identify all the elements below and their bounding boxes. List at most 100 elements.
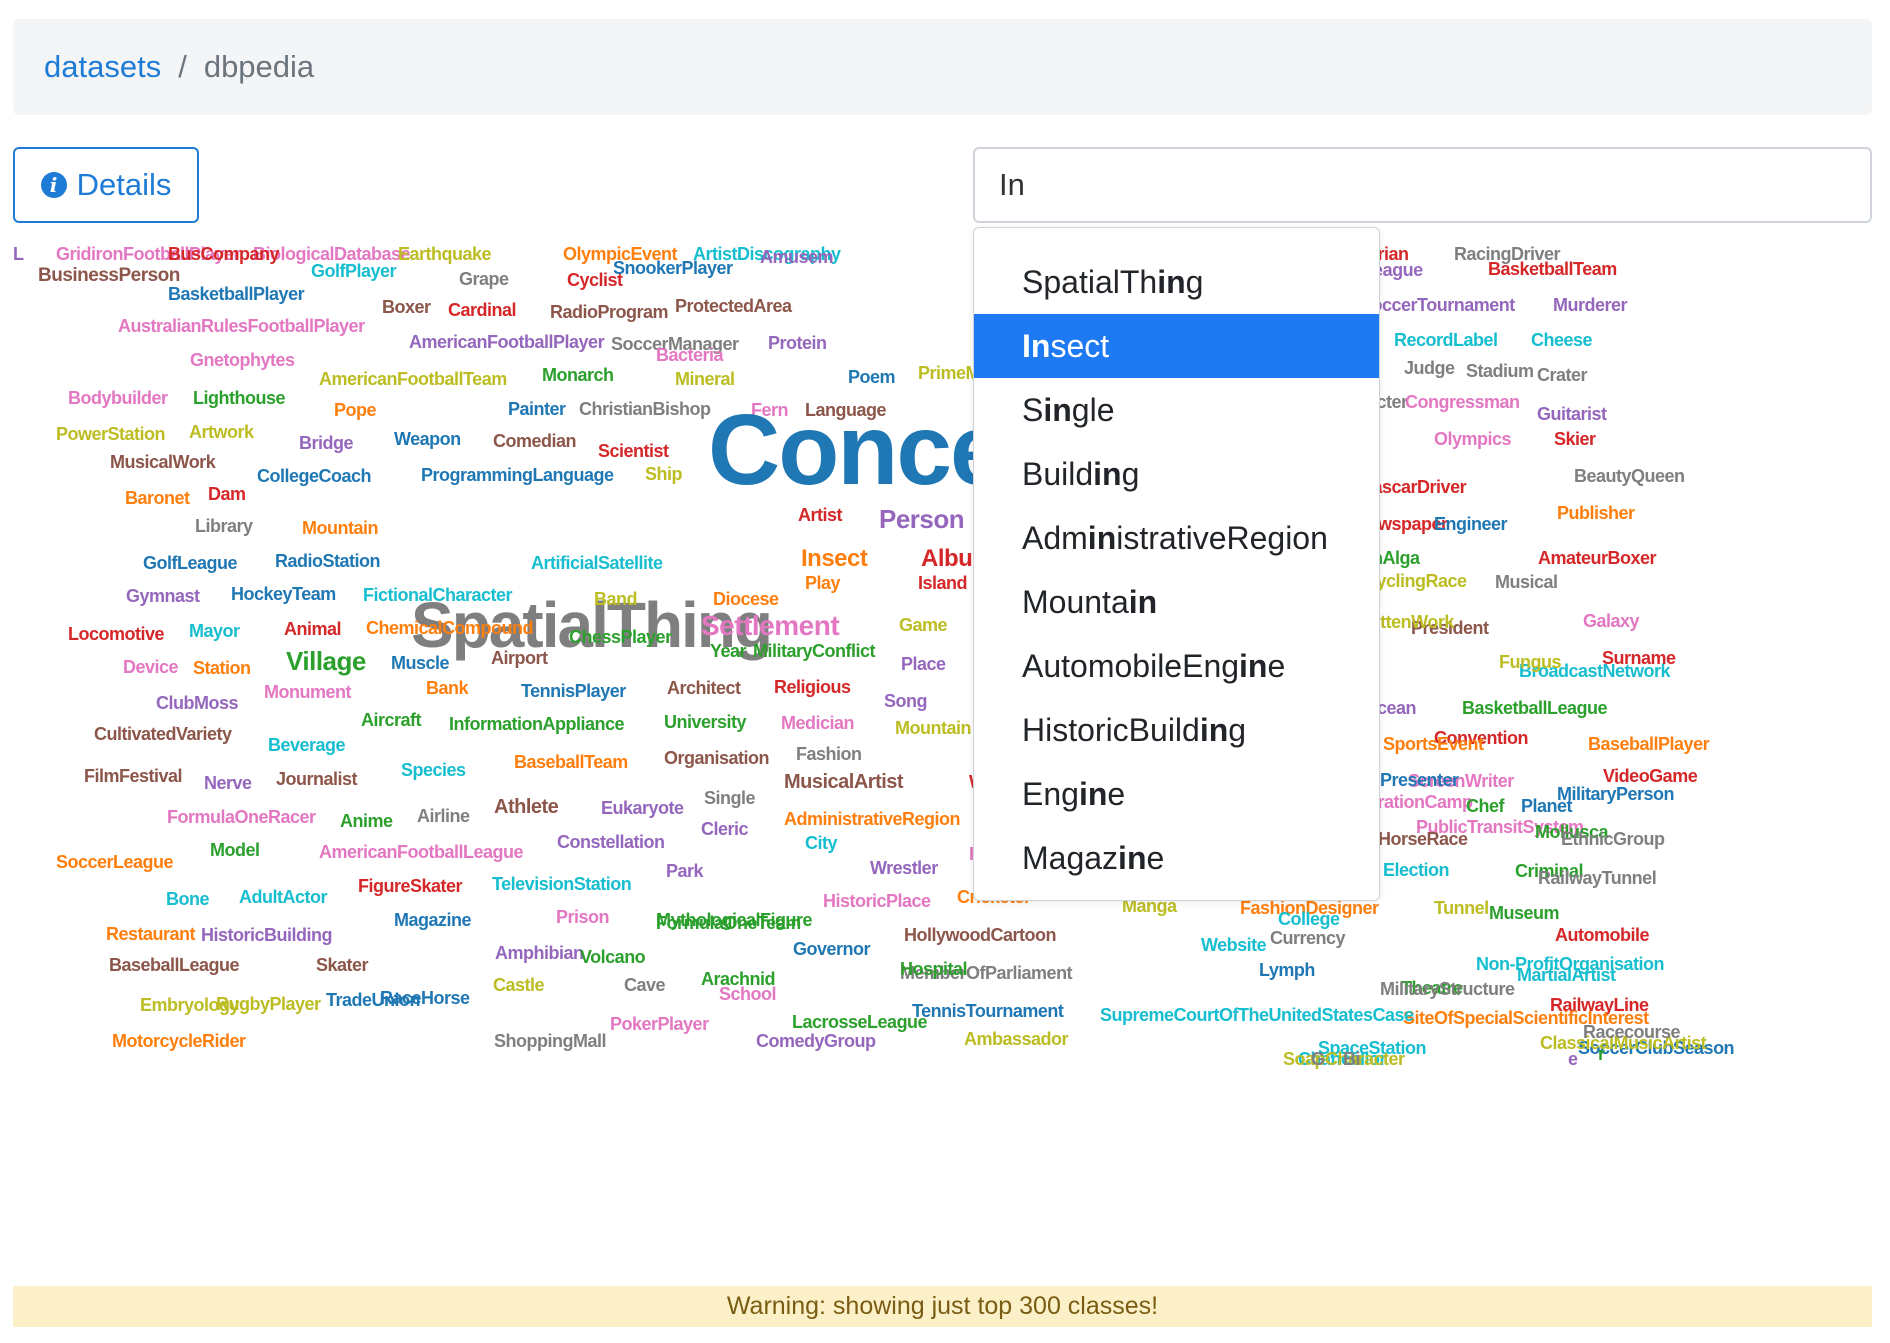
cloud-word-administrativeregion[interactable]: AdministrativeRegion: [784, 810, 961, 828]
cloud-word-monument[interactable]: Monument: [264, 683, 351, 701]
cloud-word-game[interactable]: Game: [899, 616, 948, 634]
cloud-word-pokerplayer[interactable]: PokerPlayer: [610, 1015, 709, 1033]
cloud-word-figureskater[interactable]: FigureSkater: [358, 877, 463, 895]
cloud-word-airline[interactable]: Airline: [417, 807, 470, 825]
cloud-word-model[interactable]: Model: [210, 841, 260, 859]
cloud-word-library[interactable]: Library: [195, 517, 253, 535]
cloud-word-supremecourtoftheunitedstatescase[interactable]: SupremeCourtOfTheUnitedStatesCase: [1100, 1006, 1414, 1024]
cloud-word-play[interactable]: Play: [805, 574, 841, 592]
cloud-word-boxer[interactable]: Boxer: [382, 298, 431, 316]
cloud-word-murderer[interactable]: Murderer: [1553, 296, 1628, 314]
cloud-word-amphibian[interactable]: Amphibian: [495, 944, 584, 962]
cloud-word-baseballplayer[interactable]: BaseballPlayer: [1588, 735, 1710, 753]
cloud-word-shoppingmall[interactable]: ShoppingMall: [494, 1032, 606, 1050]
cloud-word-clubmoss[interactable]: ClubMoss: [156, 694, 239, 712]
cloud-word-hockeyteam[interactable]: HockeyTeam: [231, 585, 336, 603]
cloud-word-governor[interactable]: Governor: [793, 940, 871, 958]
cloud-word-fungus[interactable]: Fungus: [1499, 653, 1562, 671]
cloud-word-americanfootballteam[interactable]: AmericanFootballTeam: [319, 370, 507, 388]
cloud-word-presenter[interactable]: Presenter: [1380, 771, 1459, 789]
cloud-word-formulaoneracer[interactable]: FormulaOneRacer: [167, 808, 316, 826]
cloud-word-horserace[interactable]: HorseRace: [1378, 830, 1468, 848]
cloud-word-skier[interactable]: Skier: [1554, 430, 1596, 448]
cloud-word-settlement[interactable]: Settlement: [701, 612, 840, 640]
cloud-word-arachnid[interactable]: Arachnid: [701, 970, 776, 988]
cloud-word-recordlabel[interactable]: RecordLabel: [1394, 331, 1498, 349]
cloud-word-diocese[interactable]: Diocese: [713, 590, 779, 608]
cloud-word-artwork[interactable]: Artwork: [189, 423, 254, 441]
cloud-word-collegecoach[interactable]: CollegeCoach: [257, 467, 372, 485]
cloud-word-businessperson[interactable]: BusinessPerson: [38, 266, 180, 285]
cloud-word-basketballplayer[interactable]: BasketballPlayer: [168, 285, 305, 303]
autocomplete-option[interactable]: SpatialTh in g: [974, 250, 1379, 314]
cloud-word-cultivatedvariety[interactable]: CultivatedVariety: [94, 725, 232, 743]
cloud-word-grape[interactable]: Grape: [459, 270, 509, 288]
cloud-word-judge[interactable]: Judge: [1404, 359, 1455, 377]
cloud-word-automobile[interactable]: Automobile: [1555, 926, 1650, 944]
cloud-word-powerstation[interactable]: PowerStation: [56, 425, 166, 443]
cloud-word-religious[interactable]: Religious: [774, 678, 851, 696]
cloud-word-basketballleague[interactable]: BasketballLeague: [1462, 699, 1608, 717]
cloud-word-americanfootballplayer[interactable]: AmericanFootballPlayer: [409, 333, 605, 351]
cloud-word-restaurant[interactable]: Restaurant: [106, 925, 196, 943]
cloud-word-christianbishop[interactable]: ChristianBishop: [579, 400, 711, 418]
cloud-word-militaryperson[interactable]: MilitaryPerson: [1557, 785, 1675, 803]
cloud-word-animal[interactable]: Animal: [284, 620, 342, 638]
cloud-word-motorcyclerider[interactable]: MotorcycleRider: [112, 1032, 246, 1050]
cloud-word-surname[interactable]: Surname: [1602, 649, 1676, 667]
cloud-word-comedian[interactable]: Comedian: [493, 432, 577, 450]
cloud-word-olympics[interactable]: Olympics: [1434, 430, 1512, 448]
cloud-word-college[interactable]: College: [1278, 910, 1340, 928]
cloud-word-musicalartist[interactable]: MusicalArtist: [784, 772, 904, 792]
cloud-word-soccerleague[interactable]: SoccerLeague: [56, 853, 174, 871]
cloud-word-monarch[interactable]: Monarch: [542, 366, 614, 384]
cloud-word-ethnicgroup[interactable]: EthnicGroup: [1561, 830, 1665, 848]
cloud-word-tradeunion[interactable]: TradeUnion: [326, 991, 421, 1009]
cloud-word-baronet[interactable]: Baronet: [125, 489, 190, 507]
cloud-word-musicalwork[interactable]: MusicalWork: [110, 453, 216, 471]
cloud-word-prison[interactable]: Prison: [556, 908, 610, 926]
cloud-word-mineral[interactable]: Mineral: [675, 370, 735, 388]
cloud-word-architect[interactable]: Architect: [667, 679, 741, 697]
cloud-word-skater[interactable]: Skater: [316, 956, 369, 974]
cloud-word-r[interactable]: r: [1598, 1045, 1605, 1063]
cloud-word-artist[interactable]: Artist: [798, 506, 843, 524]
cloud-word-adultactor[interactable]: AdultActor: [239, 888, 328, 906]
cloud-word-soccertournament[interactable]: SoccerTournament: [1360, 296, 1515, 314]
class-search-input[interactable]: [973, 147, 1872, 223]
cloud-word-mountain[interactable]: Mountain: [895, 719, 971, 737]
cloud-word-hospital[interactable]: Hospital: [900, 960, 968, 978]
cloud-word-poem[interactable]: Poem: [848, 368, 896, 386]
cloud-word-radioprogram[interactable]: RadioProgram: [550, 303, 669, 321]
cloud-word-insect[interactable]: Insect: [801, 547, 868, 571]
cloud-word-cardinal[interactable]: Cardinal: [448, 301, 517, 319]
cloud-word-castle[interactable]: Castle: [493, 976, 545, 994]
cloud-word-band[interactable]: Band: [594, 590, 638, 608]
cloud-word-mountain[interactable]: Mountain: [302, 519, 378, 537]
cloud-word-weapon[interactable]: Weapon: [394, 430, 461, 448]
cloud-word-year[interactable]: Year: [710, 642, 747, 660]
cloud-word-species[interactable]: Species: [401, 761, 466, 779]
cloud-word-gnetophytes[interactable]: Gnetophytes: [190, 351, 295, 369]
cloud-word-congressman[interactable]: Congressman: [1405, 393, 1520, 411]
cloud-word-chessplayer[interactable]: ChessPlayer: [569, 628, 672, 646]
cloud-word-amusem[interactable]: Amusem: [760, 248, 834, 266]
cloud-word-bi[interactable]: Bi: [1343, 1050, 1361, 1068]
cloud-word-protectedarea[interactable]: ProtectedArea: [675, 297, 792, 315]
cloud-word-protein[interactable]: Protein: [768, 334, 827, 352]
cloud-word-bank[interactable]: Bank: [426, 679, 469, 697]
cloud-word-comedygroup[interactable]: ComedyGroup: [756, 1032, 876, 1050]
cloud-word-basketballteam[interactable]: BasketballTeam: [1488, 260, 1617, 278]
cloud-word-crater[interactable]: Crater: [1537, 366, 1588, 384]
breadcrumb-datasets-link[interactable]: datasets: [44, 49, 161, 85]
cloud-word-e[interactable]: e: [1568, 1050, 1578, 1068]
cloud-word-ambassador[interactable]: Ambassador: [964, 1030, 1069, 1048]
cloud-word-guitarist[interactable]: Guitarist: [1537, 405, 1607, 423]
autocomplete-option[interactable]: In sect: [974, 314, 1379, 378]
cloud-word-island[interactable]: Island: [918, 574, 968, 592]
autocomplete-option[interactable]: Mounta in: [974, 570, 1379, 634]
cloud-word-tunnel[interactable]: Tunnel: [1434, 899, 1489, 917]
cloud-word-wrestler[interactable]: Wrestler: [870, 859, 938, 877]
cloud-word-hollywoodcartoon[interactable]: HollywoodCartoon: [904, 926, 1057, 944]
cloud-word-mayor[interactable]: Mayor: [189, 622, 240, 640]
